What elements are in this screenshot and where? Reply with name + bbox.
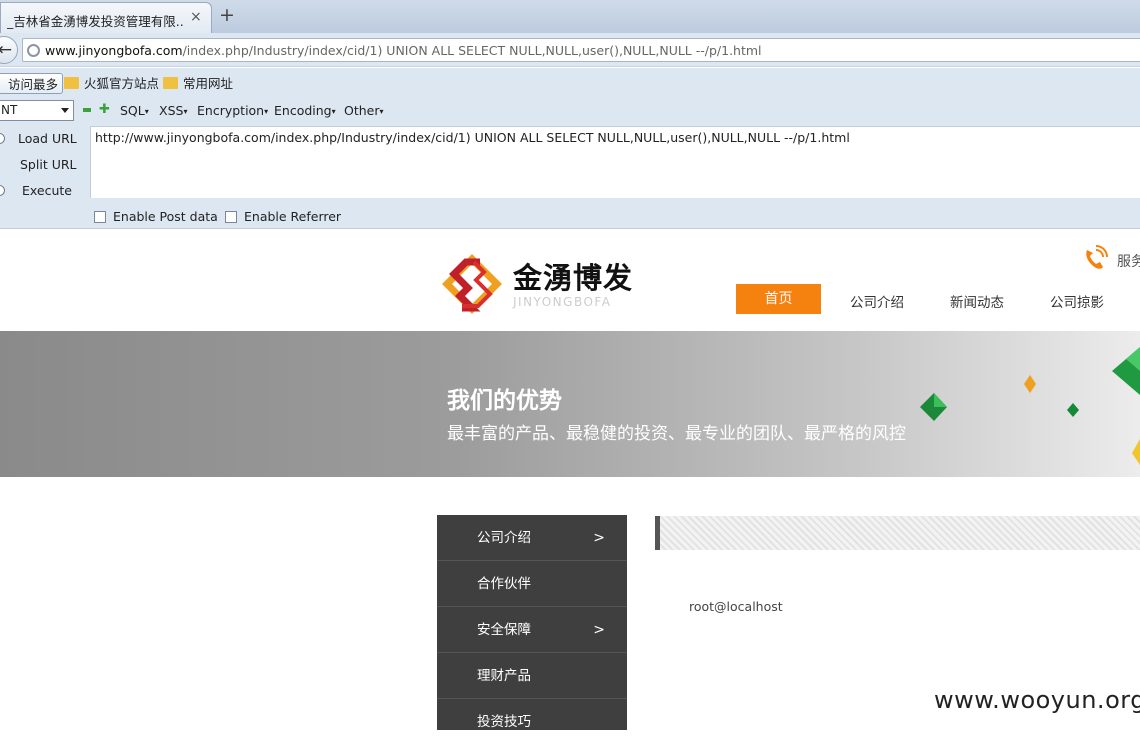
enable-referrer-checkbox[interactable]: Enable Referrer [225, 209, 341, 224]
split-url-label: Split URL [20, 157, 77, 172]
bookmark-firefox-site[interactable]: 火狐官方站点 [64, 73, 159, 94]
side-menu: 公司介绍 > 合作伙伴 安全保障 > 理财产品 投资技巧 [437, 515, 627, 730]
bookmark-common-sites[interactable]: 常用网址 [163, 73, 233, 94]
service-label: 服务 [1117, 254, 1140, 270]
menu-xss[interactable]: XSS [159, 103, 187, 118]
sidebar-item-label: 理财产品 [477, 668, 531, 684]
close-icon[interactable]: × [190, 9, 202, 25]
nav-gallery[interactable]: 公司掠影 [1050, 291, 1104, 311]
sidebar-item-label: 公司介绍 [477, 530, 531, 546]
brand-logo-icon[interactable] [440, 252, 504, 316]
checkbox-label: Enable Post data [113, 209, 218, 224]
load-url-button[interactable]: Load URL [0, 131, 77, 146]
tab-title: _吉林省金湧博发投资管理有限... [7, 14, 183, 29]
phone-icon [1081, 244, 1109, 276]
sidebar-item-label: 合作伙伴 [477, 576, 531, 592]
sidebar-item-about[interactable]: 公司介绍 > [437, 515, 627, 561]
browser-tab[interactable]: _吉林省金湧博发投资管理有限... × [0, 2, 212, 33]
tab-bar: _吉林省金湧博发投资管理有限... × + [0, 0, 1140, 33]
sidebar-item-partners[interactable]: 合作伙伴 [437, 561, 627, 607]
menu-sql[interactable]: SQL [120, 103, 149, 118]
bookmark-label: 常用网址 [183, 76, 234, 91]
menu-encoding[interactable]: Encoding [274, 103, 336, 118]
chevron-right-icon: > [593, 530, 605, 546]
sidebar-item-products[interactable]: 理财产品 [437, 653, 627, 699]
watermark: www.wooyun.org [934, 686, 1140, 714]
load-url-icon [0, 133, 5, 144]
address-text: www.jinyongbofa.com/index.php/Industry/i… [45, 43, 762, 58]
split-url-button[interactable]: Split URL [20, 157, 77, 172]
nav-news[interactable]: 新闻动态 [950, 291, 1004, 311]
hackbar-select[interactable]: NT [0, 100, 74, 121]
hero-banner: 我们的优势 最丰富的产品、最稳健的投资、最专业的团队、最严格的风控 [0, 331, 1140, 477]
back-arrow-icon[interactable]: ← [0, 36, 18, 64]
menu-encryption[interactable]: Encryption [197, 103, 268, 118]
globe-icon [27, 44, 40, 57]
new-tab-button[interactable]: + [219, 4, 235, 26]
checkbox-box [225, 211, 237, 223]
execute-icon [0, 185, 5, 196]
nav-about[interactable]: 公司介绍 [850, 291, 904, 311]
url-path: /index.php/Industry/index/cid/1) UNION A… [182, 43, 762, 58]
increase-icon[interactable]: ✚ [99, 103, 110, 116]
divider [0, 228, 1140, 229]
navigation-bar: ← www.jinyongbofa.com/index.php/Industry… [0, 33, 1140, 67]
sidebar-item-label: 投资技巧 [477, 714, 531, 730]
hackbar-url-textarea[interactable]: http://www.jinyongbofa.com/index.php/Ind… [90, 126, 1140, 198]
content-header-bar [655, 516, 1140, 550]
content-text: root@localhost [689, 599, 783, 614]
load-url-label: Load URL [18, 131, 77, 146]
hackbar-panel: NT ✚ SQL XSS Encryption Encoding Other L… [0, 98, 1140, 228]
folder-icon [64, 77, 79, 89]
enable-post-data-checkbox[interactable]: Enable Post data [94, 209, 218, 224]
chevron-right-icon: > [593, 622, 605, 638]
bookmarks-toolbar: 访问最多 火狐官方站点 常用网址 [0, 68, 1140, 98]
brand-name-english: JINYONGBOFA [513, 295, 612, 309]
menu-other[interactable]: Other [344, 103, 384, 118]
url-host: www.jinyongbofa.com [45, 43, 183, 58]
bookmark-label: 访问最多 [8, 77, 59, 92]
bookmark-label: 火狐官方站点 [84, 76, 160, 91]
checkbox-box [94, 211, 106, 223]
decorative-gems [920, 347, 1140, 465]
checkbox-label: Enable Referrer [244, 209, 342, 224]
address-bar[interactable]: www.jinyongbofa.com/index.php/Industry/i… [22, 38, 1140, 62]
brand-name: 金湧博发 [513, 261, 634, 295]
bookmark-most-visited[interactable]: 访问最多 [0, 73, 64, 94]
folder-icon [163, 77, 178, 89]
execute-label: Execute [22, 183, 72, 198]
sidebar-item-tips[interactable]: 投资技巧 [437, 699, 627, 745]
sidebar-item-security[interactable]: 安全保障 > [437, 607, 627, 653]
decrease-icon[interactable] [83, 108, 91, 112]
nav-home[interactable]: 首页 [736, 284, 821, 314]
execute-button[interactable]: Execute [0, 183, 72, 198]
sidebar-item-label: 安全保障 [477, 622, 531, 638]
